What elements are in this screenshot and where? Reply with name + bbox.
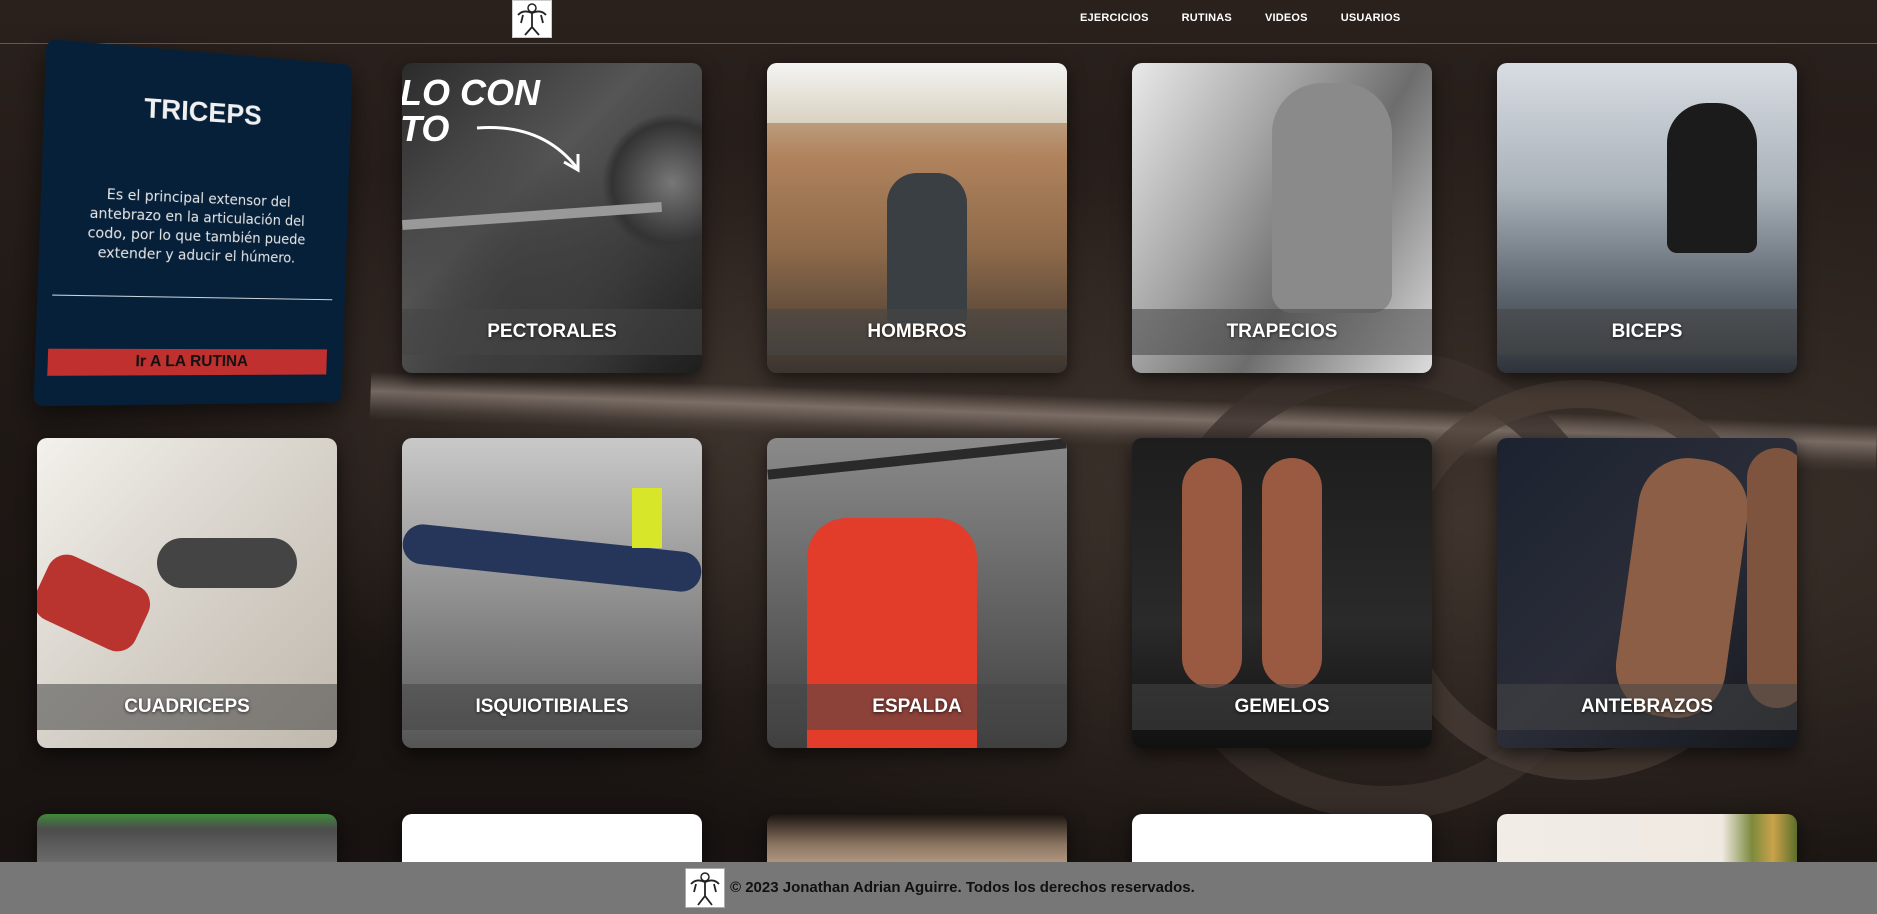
tile-photo	[1667, 103, 1757, 253]
footer: © 2023 Jonathan Adrian Aguirre. Todos lo…	[0, 862, 1877, 914]
tile-photo	[767, 438, 1066, 479]
info-card-description: Es el principal extensor del antebrazo e…	[70, 184, 321, 269]
tile-partial-2[interactable]	[402, 814, 702, 864]
tile-isquiotibiales[interactable]: ISQUIOTIBIALES	[402, 438, 702, 748]
tile-label: CUADRICEPS	[37, 684, 337, 730]
tile-photo	[767, 63, 1067, 123]
info-card-title: TRICEPS	[44, 85, 351, 138]
nav-rutinas[interactable]: RUTINAS	[1182, 12, 1232, 24]
tile-hombros[interactable]: HOMBROS	[767, 63, 1067, 373]
tile-label: HOMBROS	[767, 309, 1067, 355]
tile-photo	[632, 488, 662, 548]
tile-espalda[interactable]: ESPALDA	[767, 438, 1067, 748]
tile-pectorales[interactable]: LO CON TO PECTORALES	[402, 63, 702, 373]
tile-label: ANTEBRAZOS	[1497, 684, 1797, 730]
bodybuilder-logo-icon	[513, 1, 551, 37]
bodybuilder-logo-icon	[686, 869, 724, 907]
tile-photo	[1262, 458, 1322, 688]
arrow-icon	[472, 118, 592, 178]
tile-photo	[1272, 83, 1392, 313]
tile-biceps[interactable]: BICEPS	[1497, 63, 1797, 373]
tile-partial-3[interactable]	[767, 814, 1067, 864]
tile-label: ISQUIOTIBIALES	[402, 684, 702, 730]
tile-trapecios[interactable]: TRAPECIOS	[1132, 63, 1432, 373]
nav-videos[interactable]: VIDEOS	[1265, 12, 1308, 24]
tile-label: PECTORALES	[402, 309, 702, 355]
tile-label: TRAPECIOS	[1132, 309, 1432, 355]
nav-usuarios[interactable]: USUARIOS	[1341, 12, 1401, 24]
copyright-text: © 2023 Jonathan Adrian Aguirre. Todos lo…	[730, 879, 1195, 896]
main-nav: EJERCICIOS RUTINAS VIDEOS USUARIOS	[1080, 12, 1433, 24]
go-to-routine-button[interactable]: Ir A LA RUTINA	[47, 349, 327, 376]
tile-cuadriceps[interactable]: CUADRICEPS	[37, 438, 337, 748]
tile-label: BICEPS	[1497, 309, 1797, 355]
tile-gemelos[interactable]: GEMELOS	[1132, 438, 1432, 748]
tile-antebrazos[interactable]: ANTEBRAZOS	[1497, 438, 1797, 748]
tile-photo	[887, 173, 967, 323]
tile-partial-5[interactable]	[1497, 814, 1797, 864]
tile-photo	[157, 538, 297, 588]
site-logo[interactable]	[512, 0, 552, 38]
muscle-info-card: TRICEPS Es el principal extensor del ant…	[33, 39, 352, 406]
tile-label: ESPALDA	[767, 684, 1067, 730]
tile-photo	[1747, 448, 1797, 708]
top-navbar: EJERCICIOS RUTINAS VIDEOS USUARIOS	[0, 0, 1877, 44]
info-card-divider	[52, 295, 332, 301]
tile-partial-1[interactable]	[37, 814, 337, 864]
nav-ejercicios[interactable]: EJERCICIOS	[1080, 12, 1149, 24]
tile-photo	[37, 548, 157, 658]
tile-partial-4[interactable]	[1132, 814, 1432, 864]
tile-photo	[1182, 458, 1242, 688]
tile-label: GEMELOS	[1132, 684, 1432, 730]
footer-logo	[685, 868, 725, 908]
